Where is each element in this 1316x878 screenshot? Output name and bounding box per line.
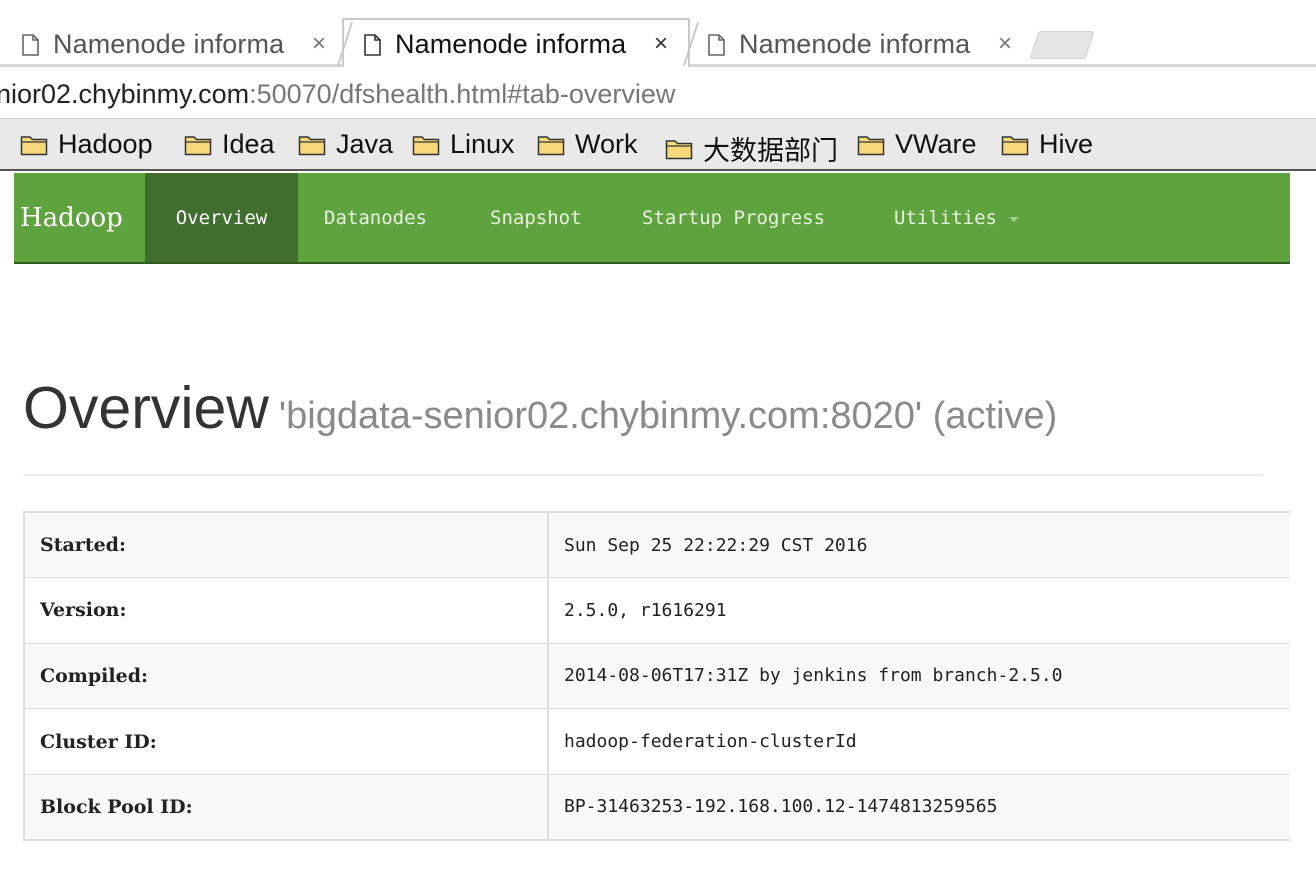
page-title: Overview'bigdata-senior02.chybinmy.com:8… xyxy=(23,374,1057,442)
document-icon xyxy=(364,33,381,56)
folder-icon xyxy=(20,135,48,155)
nav-tab-overview[interactable]: Overview xyxy=(145,173,298,262)
browser-tab-1[interactable]: Namenode informa × xyxy=(22,22,340,67)
url-path: :50070/dfshealth.html#tab-overview xyxy=(249,79,676,109)
document-icon xyxy=(708,33,725,56)
bookmarks-bar: Hadoop Idea Java Linux Work 大数据部门 VWare … xyxy=(0,119,1316,171)
page-header: Overview'bigdata-senior02.chybinmy.com:8… xyxy=(23,368,1263,476)
bookmark-hive[interactable]: Hive xyxy=(1001,129,1093,160)
nav-utilities-label: Utilities xyxy=(894,206,997,229)
tab-close-icon[interactable]: × xyxy=(654,30,668,58)
tab-close-icon[interactable]: × xyxy=(998,30,1012,58)
table-row: Block Pool ID: BP-31463253-192.168.100.1… xyxy=(24,773,1290,840)
row-key: Block Pool ID: xyxy=(24,773,549,840)
document-icon xyxy=(22,33,39,56)
bookmark-label: Idea xyxy=(222,129,275,159)
navbar-brand[interactable]: Hadoop xyxy=(20,203,123,233)
table-row: Version: 2.5.0, r1616291 xyxy=(24,577,1290,644)
bookmark-label: 大数据部门 xyxy=(703,136,838,167)
tab-close-icon[interactable]: × xyxy=(312,30,326,58)
nav-tab-datanodes[interactable]: Datanodes xyxy=(324,173,427,262)
folder-icon xyxy=(298,135,326,155)
row-key: Started: xyxy=(24,511,549,578)
nav-tab-startup-progress[interactable]: Startup Progress xyxy=(642,173,825,262)
browser-tab-2-active[interactable]: Namenode informa × xyxy=(364,22,684,67)
bookmark-label: VWare xyxy=(895,129,977,159)
folder-icon xyxy=(665,139,693,159)
url-host: nior02.chybinmy.com xyxy=(0,79,250,109)
page-title-text: Overview xyxy=(23,375,269,441)
bookmark-bigdata-dept[interactable]: 大数据部门 xyxy=(665,129,838,168)
bookmark-label: Work xyxy=(575,129,638,159)
folder-icon xyxy=(412,135,440,155)
row-key: Cluster ID: xyxy=(24,708,549,775)
bookmark-idea[interactable]: Idea xyxy=(184,129,275,160)
bookmark-work[interactable]: Work xyxy=(537,129,638,160)
browser-tab-strip: Namenode informa × Namenode informa × Na… xyxy=(0,0,1316,67)
folder-icon xyxy=(857,135,885,155)
overview-info-table: Started: Sun Sep 25 22:22:29 CST 2016 Ve… xyxy=(23,511,1290,841)
folder-icon xyxy=(537,135,565,155)
address-bar[interactable]: nior02.chybinmy.com:50070/dfshealth.html… xyxy=(0,67,1316,119)
tab-title: Namenode informa xyxy=(739,29,971,59)
folder-icon xyxy=(1001,135,1029,155)
bookmark-hadoop[interactable]: Hadoop xyxy=(20,129,153,160)
hadoop-navbar: Hadoop Overview Datanodes Snapshot Start… xyxy=(14,173,1290,264)
row-value: 2.5.0, r1616291 xyxy=(548,577,1290,644)
page-subtitle: 'bigdata-senior02.chybinmy.com:8020' (ac… xyxy=(278,395,1058,437)
bookmark-java[interactable]: Java xyxy=(298,129,393,160)
url-text[interactable]: nior02.chybinmy.com:50070/dfshealth.html… xyxy=(0,79,675,110)
nav-tab-snapshot[interactable]: Snapshot xyxy=(490,173,582,262)
folder-icon xyxy=(184,135,212,155)
row-value: BP-31463253-192.168.100.12-1474813259565 xyxy=(548,773,1290,840)
tab-title: Namenode informa xyxy=(53,29,285,59)
table-row: Cluster ID: hadoop-federation-clusterId xyxy=(24,708,1290,775)
tab-title: Namenode informa xyxy=(395,29,627,59)
row-value: hadoop-federation-clusterId xyxy=(548,708,1290,775)
nav-tab-utilities[interactable]: Utilities xyxy=(894,173,1019,262)
row-key: Version: xyxy=(24,577,549,644)
bookmark-label: Hive xyxy=(1039,129,1094,159)
table-row: Compiled: 2014-08-06T17:31Z by jenkins f… xyxy=(24,642,1290,709)
table-row: Started: Sun Sep 25 22:22:29 CST 2016 xyxy=(24,511,1290,578)
bookmark-label: Java xyxy=(336,129,394,159)
bookmark-label: Linux xyxy=(450,129,515,159)
bookmark-vware[interactable]: VWare xyxy=(857,129,977,160)
bookmark-label: Hadoop xyxy=(58,129,153,159)
chevron-down-icon xyxy=(1008,216,1019,222)
row-value: 2014-08-06T17:31Z by jenkins from branch… xyxy=(548,642,1290,709)
bookmark-linux[interactable]: Linux xyxy=(412,129,515,160)
row-key: Compiled: xyxy=(24,642,549,709)
new-tab-button[interactable] xyxy=(1029,31,1095,59)
row-value: Sun Sep 25 22:22:29 CST 2016 xyxy=(548,511,1290,578)
browser-tab-3[interactable]: Namenode informa × xyxy=(708,22,1028,67)
